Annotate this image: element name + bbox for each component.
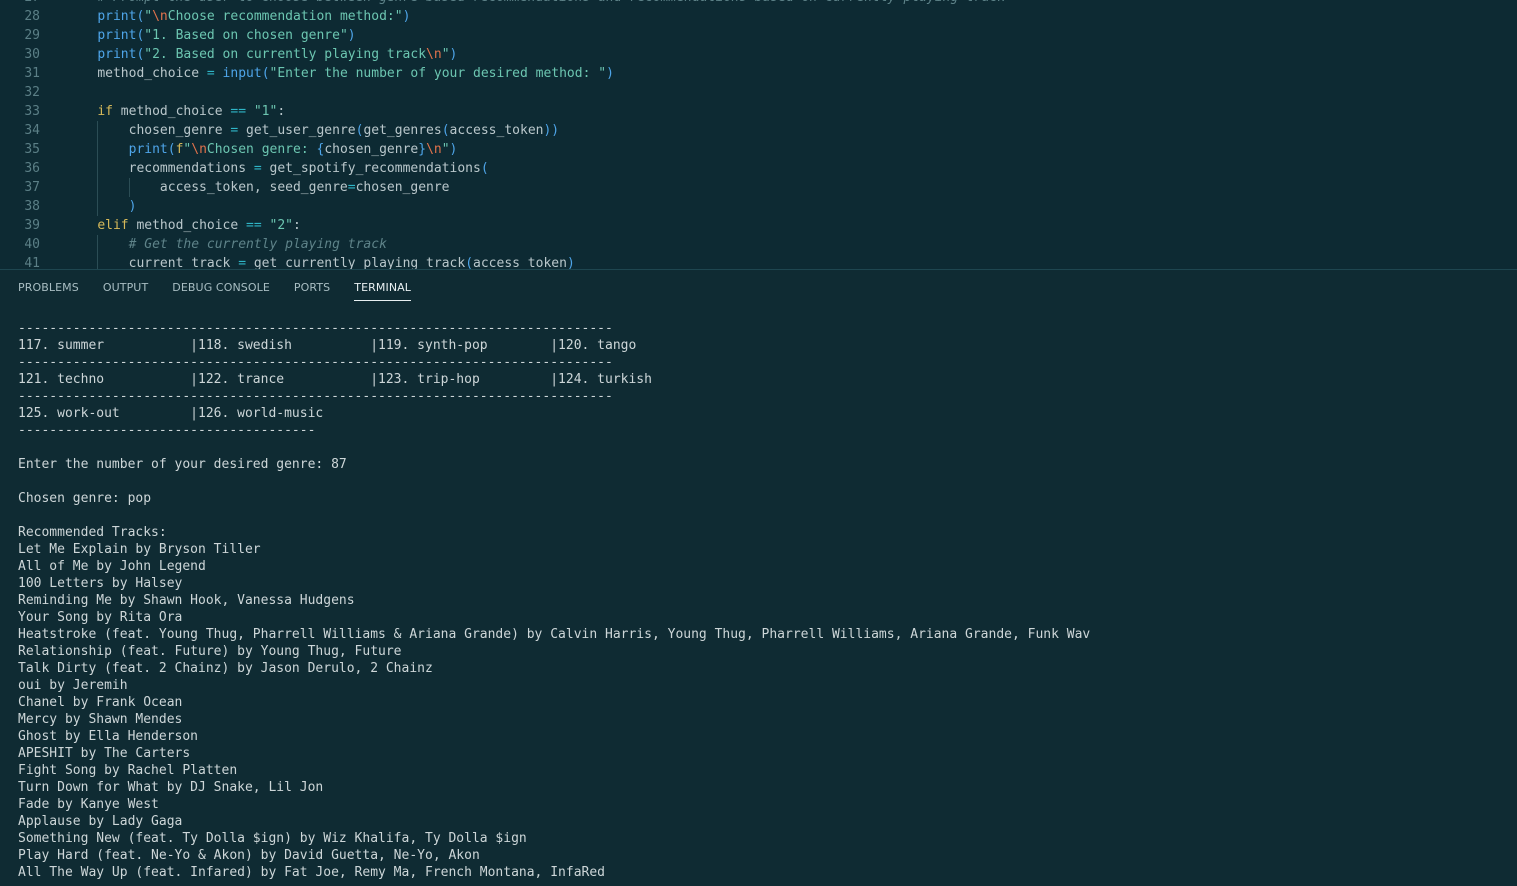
indent-guide xyxy=(97,140,99,159)
code-line[interactable]: if method_choice == "1": xyxy=(66,102,1517,121)
terminal-line: All of Me by John Legend xyxy=(18,559,206,574)
code-editor[interactable]: 27 28 29 30 31 32 33 34 35 36 37 38 39 4… xyxy=(0,0,1517,270)
terminal-line: oui by Jeremih xyxy=(18,678,128,693)
indent-guide xyxy=(97,254,99,269)
line-number: 38 xyxy=(24,199,40,214)
terminal-line: ----------------------------------------… xyxy=(18,321,613,336)
tab-terminal[interactable]: TERMINAL xyxy=(354,270,411,306)
terminal-line: Let Me Explain by Bryson Tiller xyxy=(18,542,261,557)
terminal-line: Play Hard (feat. Ne-Yo & Akon) by David … xyxy=(18,848,480,863)
line-number: 39 xyxy=(24,218,40,233)
code-line[interactable] xyxy=(66,83,1517,102)
indent-guide xyxy=(97,235,99,254)
code-line[interactable]: access_token, seed_genre=chosen_genre xyxy=(66,178,1517,197)
terminal-line: Heatstroke (feat. Young Thug, Pharrell W… xyxy=(18,627,1091,642)
line-number-gutter: 27 28 29 30 31 32 33 34 35 36 37 38 39 4… xyxy=(0,0,60,270)
code-line[interactable]: method_choice = input("Enter the number … xyxy=(66,64,1517,83)
code-line[interactable]: # Get the currently playing track xyxy=(66,235,1517,254)
line-number: 35 xyxy=(24,142,40,157)
terminal-line: Enter the number of your desired genre: … xyxy=(18,457,347,472)
code-line[interactable]: current_track = get_currently_playing_tr… xyxy=(66,254,1517,269)
indent-guide xyxy=(128,178,130,197)
line-number: 29 xyxy=(24,28,40,43)
terminal-line: ----------------------------------------… xyxy=(18,355,613,370)
indent-guide xyxy=(97,197,99,216)
code-lines[interactable]: # Prompt the user to choose between genr… xyxy=(66,0,1517,269)
terminal-line: Mercy by Shawn Mendes xyxy=(18,712,183,727)
line-number: 31 xyxy=(24,66,40,81)
code-line[interactable]: print("\nChoose recommendation method:") xyxy=(66,7,1517,26)
panel-tabs: PROBLEMS OUTPUT DEBUG CONSOLE PORTS TERM… xyxy=(18,270,435,306)
terminal-line: 117. summer |118. swedish |119. synth-po… xyxy=(18,338,637,353)
terminal-line: Relationship (feat. Future) by Young Thu… xyxy=(18,644,402,659)
terminal-line: Fade by Kanye West xyxy=(18,797,159,812)
indent-guide xyxy=(97,121,99,140)
code-line[interactable]: # Prompt the user to choose between genr… xyxy=(66,0,1517,7)
code-line[interactable]: print("2. Based on currently playing tra… xyxy=(66,45,1517,64)
indent-guide xyxy=(97,178,99,197)
line-number: 41 xyxy=(24,256,40,270)
terminal-line: Fight Song by Rachel Platten xyxy=(18,763,238,778)
line-number: 32 xyxy=(24,85,40,100)
terminal-line: ----------------------------------------… xyxy=(18,389,613,404)
terminal-line: Something New (feat. Ty Dolla $ign) by W… xyxy=(18,831,527,846)
code-line[interactable]: print("1. Based on chosen genre") xyxy=(66,26,1517,45)
code-line[interactable]: elif method_choice == "2": xyxy=(66,216,1517,235)
terminal-output[interactable]: ----------------------------------------… xyxy=(18,320,1517,881)
terminal-line: 125. work-out |126. world-music xyxy=(18,406,324,421)
terminal-line: APESHIT by The Carters xyxy=(18,746,191,761)
terminal-line: -------------------------------------- xyxy=(18,423,316,438)
tab-problems[interactable]: PROBLEMS xyxy=(18,270,79,306)
code-line[interactable]: print(f"\nChosen genre: {chosen_genre}\n… xyxy=(66,140,1517,159)
terminal-line: Ghost by Ella Henderson xyxy=(18,729,199,744)
bottom-panel: PROBLEMS OUTPUT DEBUG CONSOLE PORTS TERM… xyxy=(0,270,1517,886)
tab-output[interactable]: OUTPUT xyxy=(103,270,148,306)
terminal-line: All The Way Up (feat. Infared) by Fat Jo… xyxy=(18,865,605,880)
line-number: 34 xyxy=(24,123,40,138)
line-number: 37 xyxy=(24,180,40,195)
line-number: 28 xyxy=(24,9,40,24)
tab-ports[interactable]: PORTS xyxy=(294,270,330,306)
terminal-line: 100 Letters by Halsey xyxy=(18,576,183,591)
line-number: 40 xyxy=(24,237,40,252)
line-number: 36 xyxy=(24,161,40,176)
terminal-line: Your Song by Rita Ora xyxy=(18,610,183,625)
indent-guide xyxy=(97,159,99,178)
terminal-line: Talk Dirty (feat. 2 Chainz) by Jason Der… xyxy=(18,661,433,676)
line-number: 33 xyxy=(24,104,40,119)
terminal-line: Turn Down for What by DJ Snake, Lil Jon xyxy=(18,780,324,795)
line-number: 27 xyxy=(0,0,60,7)
terminal-line: Chanel by Frank Ocean xyxy=(18,695,183,710)
tab-debug-console[interactable]: DEBUG CONSOLE xyxy=(172,270,270,306)
terminal-line: Recommended Tracks: xyxy=(18,525,167,540)
code-line[interactable]: recommendations = get_spotify_recommenda… xyxy=(66,159,1517,178)
terminal-line: Reminding Me by Shawn Hook, Vanessa Hudg… xyxy=(18,593,355,608)
terminal-line: 121. techno |122. trance |123. trip-hop … xyxy=(18,372,652,387)
terminal-line: Chosen genre: pop xyxy=(18,491,152,506)
terminal-line: Applause by Lady Gaga xyxy=(18,814,183,829)
code-line[interactable]: chosen_genre = get_user_genre(get_genres… xyxy=(66,121,1517,140)
line-number: 30 xyxy=(24,47,40,62)
code-line[interactable]: ) xyxy=(66,197,1517,216)
